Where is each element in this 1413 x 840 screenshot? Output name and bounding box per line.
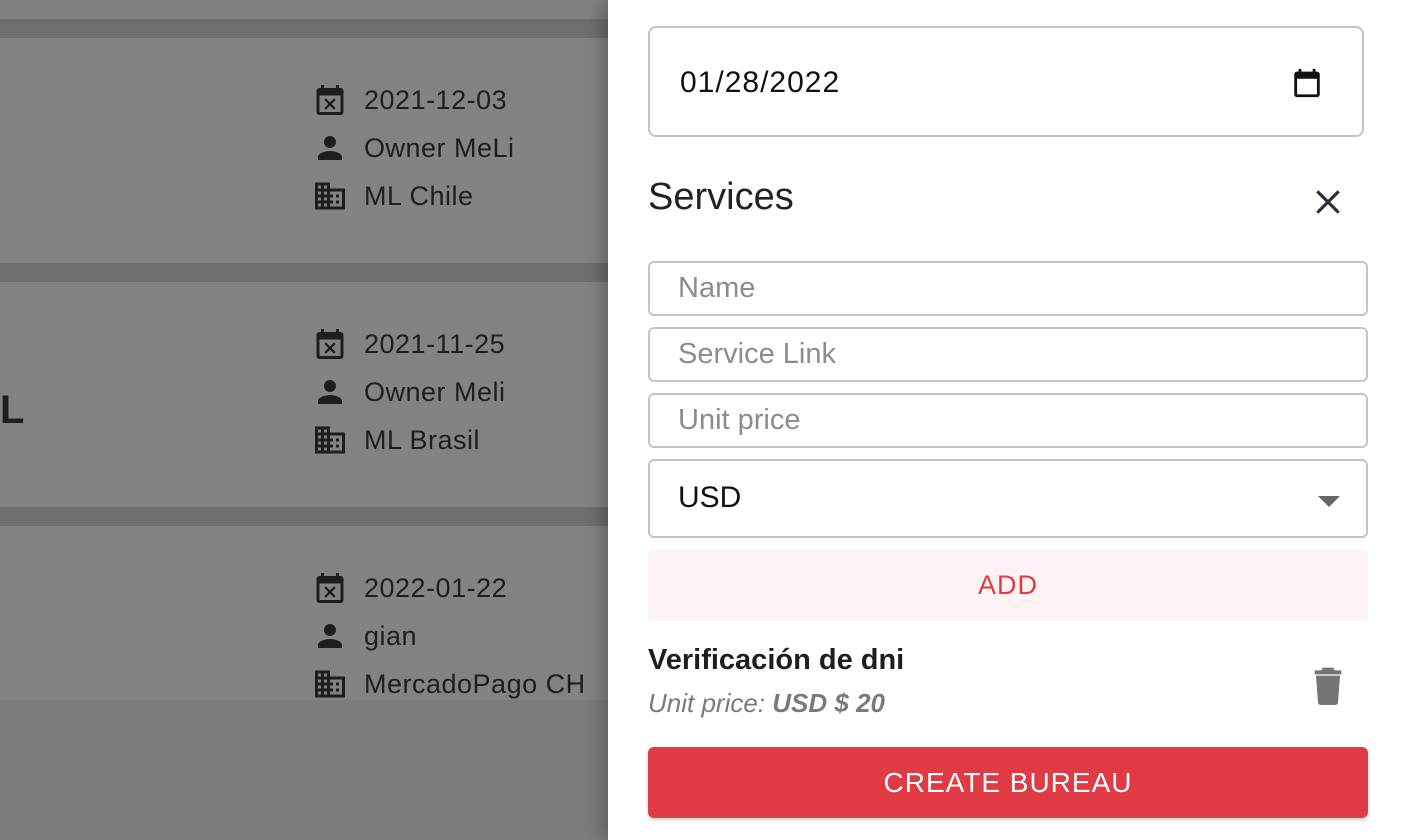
service-name-input[interactable] (648, 261, 1368, 316)
service-item-name: Verificación de dni (648, 644, 905, 676)
bureau-card: 2021-12-03 Owner MeLi ML Chile (0, 38, 608, 263)
background-list: 2021-12-03 Owner MeLi ML Chile 2021-11-2… (0, 0, 608, 840)
card-company: ML Chile (364, 180, 474, 211)
trash-icon[interactable] (1312, 664, 1344, 706)
card-divider (0, 19, 608, 38)
calendar-x-icon (312, 324, 348, 364)
calendar-x-icon (312, 568, 348, 608)
card-date-row: 2021-12-03 (312, 80, 507, 120)
card-title-fragment: L (0, 388, 25, 432)
date-input[interactable]: 01/28/2022 (648, 26, 1364, 137)
calendar-x-icon (312, 80, 348, 120)
currency-select[interactable]: USD (648, 459, 1368, 538)
bureau-card: 2021-11-25 Owner Meli ML Brasil (0, 282, 608, 507)
background-empty-area (0, 700, 608, 840)
card-owner: gian (364, 620, 418, 651)
card-date: 2021-11-25 (364, 328, 506, 359)
create-bureau-button[interactable]: CREATE BUREAU (648, 747, 1368, 818)
person-icon (312, 616, 348, 656)
service-item-price-value: USD $ 20 (772, 688, 886, 718)
card-date: 2022-01-22 (364, 572, 508, 603)
close-icon[interactable] (1308, 182, 1348, 222)
dropdown-arrow-icon (1318, 496, 1340, 507)
card-company-row: MercadoPago CH (312, 664, 586, 704)
bureau-card: 2022-01-22 gian MercadoPago CH (0, 526, 608, 700)
person-icon (312, 128, 348, 168)
building-icon (312, 176, 348, 216)
service-link-input[interactable] (648, 327, 1368, 382)
card-owner: Owner Meli (364, 376, 506, 407)
services-heading: Services (648, 176, 794, 218)
currency-selected-value: USD (678, 481, 742, 514)
unit-price-input[interactable] (648, 393, 1368, 448)
service-item-price: Unit price: USD $ 20 (648, 688, 885, 719)
card-date-row: 2022-01-22 (312, 568, 507, 608)
card-date-row: 2021-11-25 (312, 324, 505, 364)
card-company: MercadoPago CH (364, 668, 586, 699)
card-owner-row: gian (312, 616, 417, 656)
add-service-button[interactable]: ADD (648, 549, 1368, 621)
calendar-icon[interactable] (1290, 64, 1324, 107)
card-company-row: ML Brasil (312, 420, 480, 460)
card-owner: Owner MeLi (364, 132, 515, 163)
create-bureau-drawer: 01/28/2022 Services USD ADD Verificación… (608, 0, 1413, 840)
card-company: ML Brasil (364, 424, 481, 455)
card-divider (0, 507, 608, 526)
building-icon (312, 664, 348, 704)
person-icon (312, 372, 348, 412)
date-value: 01/28/2022 (680, 66, 841, 99)
card-owner-row: Owner MeLi (312, 128, 515, 168)
card-date: 2021-12-03 (364, 84, 508, 115)
building-icon (312, 420, 348, 460)
card-divider (0, 263, 608, 282)
service-item-price-label: Unit price: (648, 688, 766, 718)
card-company-row: ML Chile (312, 176, 474, 216)
card-owner-row: Owner Meli (312, 372, 506, 412)
